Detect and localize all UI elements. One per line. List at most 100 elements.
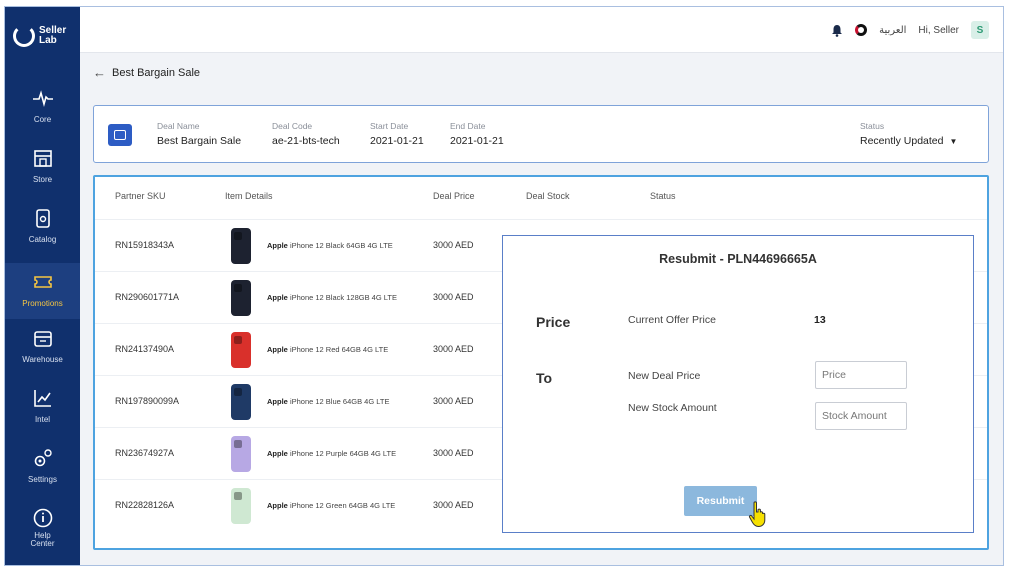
item-brand: Apple: [267, 501, 288, 510]
sidebar-item-intel[interactable]: Intel: [5, 387, 80, 443]
sku-cell: RN24137490A: [115, 344, 175, 354]
status-label: Status: [860, 121, 885, 131]
sidebar-item-help-center[interactable]: Help Center: [5, 507, 80, 563]
item-details-cell: Apple iPhone 12 Blue 64GB 4G LTE: [267, 397, 389, 406]
start-date-field: Start Date 2021-01-21: [370, 121, 424, 147]
sidebar-item-settings[interactable]: Settings: [5, 447, 80, 503]
sidebar: Seller Lab Core Store Catalog Promotions…: [5, 7, 80, 565]
sidebar-item-core[interactable]: Core: [5, 87, 80, 143]
back-arrow-icon[interactable]: ←: [93, 65, 106, 80]
catalog-icon: [35, 209, 50, 228]
sidebar-item-label: Intel: [34, 415, 51, 424]
hand-cursor-icon: [748, 501, 766, 528]
item-details-cell: Apple iPhone 12 Purple 64GB 4G LTE: [267, 449, 396, 458]
deal-name-label: Deal Name: [157, 121, 200, 131]
sidebar-item-label: Help Center: [30, 531, 55, 548]
bell-icon[interactable]: [831, 24, 843, 37]
logo-icon: [13, 25, 35, 47]
start-date-label: Start Date: [370, 121, 409, 131]
price-section-label: Price: [536, 314, 571, 330]
item-brand: Apple: [267, 397, 288, 406]
product-image: [227, 228, 255, 264]
item-details-cell: Apple iPhone 12 Black 64GB 4G LTE: [267, 241, 393, 250]
store-icon: [33, 150, 52, 167]
ticket-icon: [108, 124, 132, 146]
product-image: [227, 280, 255, 316]
column-header-stock: Deal Stock: [526, 191, 570, 201]
item-brand: Apple: [267, 345, 288, 354]
price-cell: 3000 AED: [433, 240, 474, 250]
item-details-cell: Apple iPhone 12 Green 64GB 4G LTE: [267, 501, 395, 510]
item-details-cell: Apple iPhone 12 Black 128GB 4G LTE: [267, 293, 397, 302]
pulse-icon: [32, 90, 53, 107]
status-field[interactable]: Status Recently Updated ▼: [860, 121, 957, 147]
sidebar-item-catalog[interactable]: Catalog: [5, 207, 80, 263]
top-bar-actions: العربية Hi, Seller S: [831, 21, 989, 39]
current-offer-label: Current Offer Price: [628, 314, 716, 326]
sidebar-item-label: Promotions: [22, 299, 63, 308]
sku-cell: RN290601771A: [115, 292, 180, 302]
sidebar-item-warehouse[interactable]: Warehouse: [5, 327, 80, 383]
to-section-label: To: [536, 370, 553, 386]
column-header-price: Deal Price: [433, 191, 475, 201]
gear-icon: [34, 449, 52, 467]
current-offer-value: 13: [814, 314, 826, 326]
sku-cell: RN22828126A: [115, 500, 175, 510]
item-details-cell: Apple iPhone 12 Red 64GB 4G LTE: [267, 345, 388, 354]
price-cell: 3000 AED: [433, 500, 474, 510]
deal-code-value: ae-21-bts-tech: [272, 135, 340, 147]
sidebar-item-store[interactable]: Store: [5, 147, 80, 203]
end-date-value: 2021-01-21: [450, 135, 504, 147]
end-date-field: End Date 2021-01-21: [450, 121, 504, 147]
new-deal-price-label: New Deal Price: [628, 370, 701, 382]
column-header-status: Status: [650, 191, 676, 201]
column-header-sku: Partner SKU: [115, 191, 166, 201]
sku-cell: RN197890099A: [115, 396, 180, 406]
deal-name-value: Best Bargain Sale: [157, 135, 242, 147]
breadcrumb: ← Best Bargain Sale: [93, 65, 200, 80]
avatar[interactable]: S: [971, 21, 989, 39]
logo-text-line2: Lab: [39, 35, 57, 46]
deal-name-field: Deal Name Best Bargain Sale: [157, 121, 241, 147]
top-bar: العربية Hi, Seller S: [80, 7, 1003, 53]
item-name: iPhone 12 Blue 64GB 4G LTE: [289, 397, 390, 406]
item-brand: Apple: [267, 241, 288, 250]
status-value: Recently Updated: [860, 135, 944, 147]
resubmit-modal: Resubmit - PLN44696665A Price Current Of…: [502, 235, 974, 533]
sidebar-item-promotions[interactable]: Promotions: [5, 263, 80, 319]
deal-code-label: Deal Code: [272, 121, 313, 131]
product-image: [227, 488, 255, 524]
price-cell: 3000 AED: [433, 396, 474, 406]
sidebar-item-label: Store: [32, 175, 53, 184]
end-date-label: End Date: [450, 121, 486, 131]
user-greeting: Hi, Seller: [918, 24, 959, 36]
status-dropdown[interactable]: Recently Updated ▼: [860, 135, 957, 147]
uae-flag-icon[interactable]: [855, 24, 868, 36]
new-stock-amount-label: New Stock Amount: [628, 402, 717, 414]
start-date-value: 2021-01-21: [370, 135, 424, 147]
item-name: iPhone 12 Red 64GB 4G LTE: [289, 345, 389, 354]
modal-title: Resubmit - PLN44696665A: [659, 252, 817, 266]
app-window: Seller Lab Core Store Catalog Promotions…: [4, 6, 1004, 566]
info-icon: [33, 508, 52, 528]
column-header-item: Item Details: [225, 191, 273, 201]
deal-summary-card: Deal Name Best Bargain Sale Deal Code ae…: [93, 105, 989, 163]
price-cell: 3000 AED: [433, 448, 474, 458]
product-image: [227, 384, 255, 420]
item-brand: Apple: [267, 449, 288, 458]
new-price-input[interactable]: [815, 361, 907, 389]
sidebar-item-label: Core: [33, 115, 52, 124]
price-cell: 3000 AED: [433, 292, 474, 302]
chart-icon: [33, 390, 51, 407]
ticket-icon: [33, 276, 52, 288]
page-title: Best Bargain Sale: [112, 66, 201, 79]
new-stock-input[interactable]: [815, 402, 907, 430]
warehouse-icon: [33, 331, 52, 347]
sku-cell: RN23674927A: [115, 448, 175, 458]
product-image: [227, 332, 255, 368]
language-switch[interactable]: العربية: [879, 25, 906, 36]
sidebar-item-label: Settings: [28, 475, 57, 484]
app-logo[interactable]: Seller Lab: [13, 25, 66, 47]
item-name: iPhone 12 Black 64GB 4G LTE: [289, 241, 393, 250]
sidebar-item-label: Warehouse: [22, 355, 63, 364]
